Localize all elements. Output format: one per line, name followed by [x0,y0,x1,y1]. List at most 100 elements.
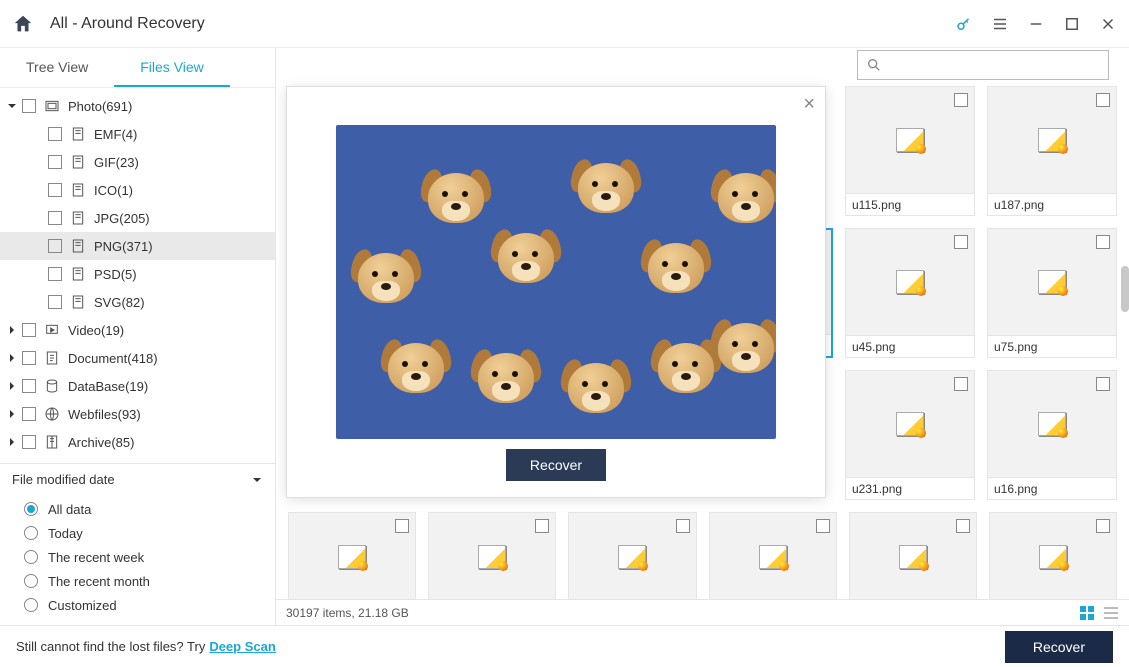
tree-item[interactable]: SVG(82) [0,288,275,316]
checkbox[interactable] [48,183,62,197]
maximize-button[interactable] [1063,15,1081,33]
thumbnail[interactable]: u75.png [987,228,1117,358]
tree-item[interactable]: Video(19) [0,316,275,344]
radio-label: The recent month [48,574,150,589]
checkbox[interactable] [22,351,36,365]
checkbox[interactable] [954,235,968,249]
checkbox[interactable] [22,407,36,421]
preview-modal: × Recover [286,86,826,498]
checkbox[interactable] [954,93,968,107]
preview-image [336,125,776,439]
tree-label: Document(418) [68,351,158,366]
thumbnail[interactable]: u45.png [845,228,975,358]
scrollbar-thumb[interactable] [1121,266,1129,312]
tab-tree-view[interactable]: Tree View [0,48,114,87]
radio[interactable] [24,502,38,516]
checkbox[interactable] [1096,519,1110,533]
key-icon[interactable] [955,15,973,33]
filter-option[interactable]: The recent week [24,545,275,569]
checkbox[interactable] [395,519,409,533]
checkbox[interactable] [676,519,690,533]
radio[interactable] [24,574,38,588]
checkbox[interactable] [1096,377,1110,391]
tree-item[interactable]: Document(418) [0,344,275,372]
deep-scan-link[interactable]: Deep Scan [209,639,275,654]
thumbnail-label: u187.png [988,193,1116,215]
thumbnail-label: u16.png [988,477,1116,499]
minimize-button[interactable] [1027,15,1045,33]
radio-label: Today [48,526,83,541]
home-icon[interactable] [12,13,34,35]
checkbox[interactable] [48,211,62,225]
list-view-icon[interactable] [1103,605,1119,621]
tree-item[interactable]: EMF(4) [0,120,275,148]
tree-item[interactable]: PSD(5) [0,260,275,288]
checkbox[interactable] [956,519,970,533]
radio[interactable] [24,550,38,564]
tree-item[interactable]: GIF(23) [0,148,275,176]
scrollbar[interactable] [1119,86,1129,599]
radio-label: Customized [48,598,117,613]
file-icon [70,154,86,170]
filter-option[interactable]: The recent month [24,569,275,593]
checkbox[interactable] [22,99,36,113]
preview-recover-button[interactable]: Recover [506,449,606,481]
filter-header[interactable]: File modified date [0,464,275,495]
thumbnail[interactable] [989,512,1117,599]
thumbnail[interactable]: u115.png [845,86,975,216]
thumbnail[interactable] [709,512,837,599]
bottom-bar: Still cannot find the lost files? Try De… [0,625,1129,667]
status-bar: 30197 items, 21.18 GB [276,599,1129,625]
checkbox[interactable] [48,127,62,141]
tree-item[interactable]: PNG(371) [0,232,275,260]
thumbnail[interactable] [849,512,977,599]
checkbox[interactable] [1096,93,1110,107]
checkbox[interactable] [48,295,62,309]
thumbnail[interactable]: u16.png [987,370,1117,500]
filter-option[interactable]: Today [24,521,275,545]
tree-item[interactable]: Archive(85) [0,428,275,456]
thumbnail[interactable] [288,512,416,599]
recover-button[interactable]: Recover [1005,631,1113,663]
checkbox[interactable] [22,379,36,393]
checkbox[interactable] [1096,235,1110,249]
thumbnail-label: u75.png [988,335,1116,357]
checkbox[interactable] [22,435,36,449]
radio-label: The recent week [48,550,144,565]
tab-files-view[interactable]: Files View [114,48,230,87]
chevron-down-icon [251,474,263,486]
checkbox[interactable] [48,267,62,281]
tree-item[interactable]: ICO(1) [0,176,275,204]
checkbox[interactable] [816,519,830,533]
radio[interactable] [24,598,38,612]
checkbox[interactable] [48,155,62,169]
menu-icon[interactable] [991,15,1009,33]
thumbnail[interactable] [568,512,696,599]
tree-label: PSD(5) [94,267,137,282]
close-icon[interactable]: × [803,93,815,116]
filter-option[interactable]: Customized [24,593,275,617]
tree-label: PNG(371) [94,239,153,254]
checkbox[interactable] [535,519,549,533]
category-icon [44,434,60,450]
tree-item-photo[interactable]: Photo(691) [0,92,275,120]
file-icon [70,238,86,254]
filter-option[interactable]: All data [24,497,275,521]
close-button[interactable] [1099,15,1117,33]
grid-view-icon[interactable] [1079,605,1095,621]
tree-item[interactable]: JPG(205) [0,204,275,232]
tree-label: ICO(1) [94,183,133,198]
photo-icon [44,98,60,114]
checkbox[interactable] [22,323,36,337]
tree-label: Archive(85) [68,435,134,450]
status-text: 30197 items, 21.18 GB [286,606,409,620]
thumbnail[interactable] [428,512,556,599]
file-tree: Photo(691) EMF(4)GIF(23) ICO(1) JPG(205) PN… [0,88,275,463]
checkbox[interactable] [48,239,62,253]
tree-item[interactable]: DataBase(19) [0,372,275,400]
thumbnail[interactable]: u231.png [845,370,975,500]
tree-item[interactable]: Webfiles(93) [0,400,275,428]
radio[interactable] [24,526,38,540]
checkbox[interactable] [954,377,968,391]
thumbnail[interactable]: u187.png [987,86,1117,216]
